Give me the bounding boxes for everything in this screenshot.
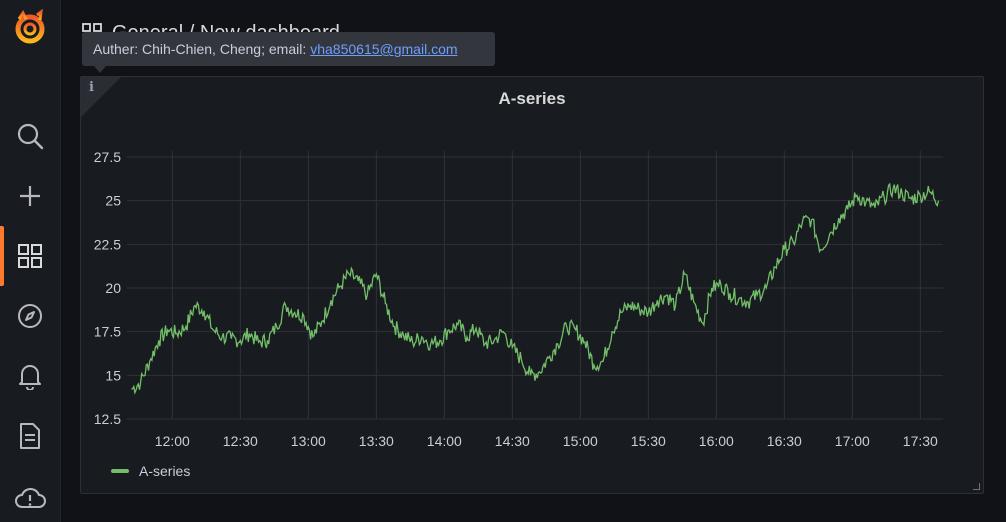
x-tick-label: 15:30 bbox=[631, 433, 666, 449]
y-tick-label: 22.5 bbox=[94, 236, 121, 252]
y-tick-label: 17.5 bbox=[94, 324, 121, 340]
x-tick-label: 12:30 bbox=[223, 433, 258, 449]
panel-description-tooltip: Auther: Chih-Chien, Cheng; email: vha850… bbox=[82, 32, 495, 66]
plus-icon[interactable] bbox=[0, 176, 60, 216]
legend-swatch[interactable] bbox=[111, 469, 129, 473]
explore-compass-icon[interactable] bbox=[0, 296, 60, 336]
x-tick-label: 15:00 bbox=[563, 433, 598, 449]
document-icon[interactable] bbox=[0, 416, 60, 456]
search-icon[interactable] bbox=[0, 116, 60, 156]
dashboards-icon[interactable] bbox=[0, 236, 60, 276]
x-tick-label: 13:00 bbox=[291, 433, 326, 449]
line-chart[interactable]: 12.5 15 17.5 20 22.5 25 27.5 12:00 12:30 13:00 13:… bbox=[81, 77, 985, 495]
legend: A-series bbox=[111, 463, 190, 479]
x-tick-label: 16:00 bbox=[699, 433, 734, 449]
y-tick-label: 12.5 bbox=[94, 411, 121, 427]
tooltip-text: Auther: Chih-Chien, Cheng; email: bbox=[93, 41, 307, 57]
x-tick-label: 14:30 bbox=[495, 433, 530, 449]
sidebar bbox=[0, 0, 61, 522]
tooltip-arrow bbox=[94, 66, 106, 73]
legend-label[interactable]: A-series bbox=[139, 463, 190, 479]
graph-panel[interactable]: i A-series 12.5 15 17.5 20 22.5 25 27.5 12:00 12… bbox=[80, 76, 984, 494]
grafana-logo-icon[interactable] bbox=[0, 8, 60, 48]
x-tick-label: 13:30 bbox=[359, 433, 394, 449]
cloud-alert-icon[interactable] bbox=[0, 478, 60, 518]
y-tick-label: 15 bbox=[105, 367, 121, 383]
x-tick-label: 14:00 bbox=[427, 433, 462, 449]
y-tick-label: 25 bbox=[105, 193, 121, 209]
x-tick-label: 17:00 bbox=[835, 433, 870, 449]
x-tick-label: 16:30 bbox=[767, 433, 802, 449]
y-tick-label: 20 bbox=[105, 280, 121, 296]
x-tick-label: 17:30 bbox=[903, 433, 938, 449]
x-tick-label: 12:00 bbox=[155, 433, 190, 449]
email-link[interactable]: vha850615@gmail.com bbox=[310, 41, 457, 57]
resize-handle[interactable] bbox=[973, 483, 980, 490]
alert-bell-icon[interactable] bbox=[0, 356, 60, 396]
y-tick-label: 27.5 bbox=[94, 149, 121, 165]
